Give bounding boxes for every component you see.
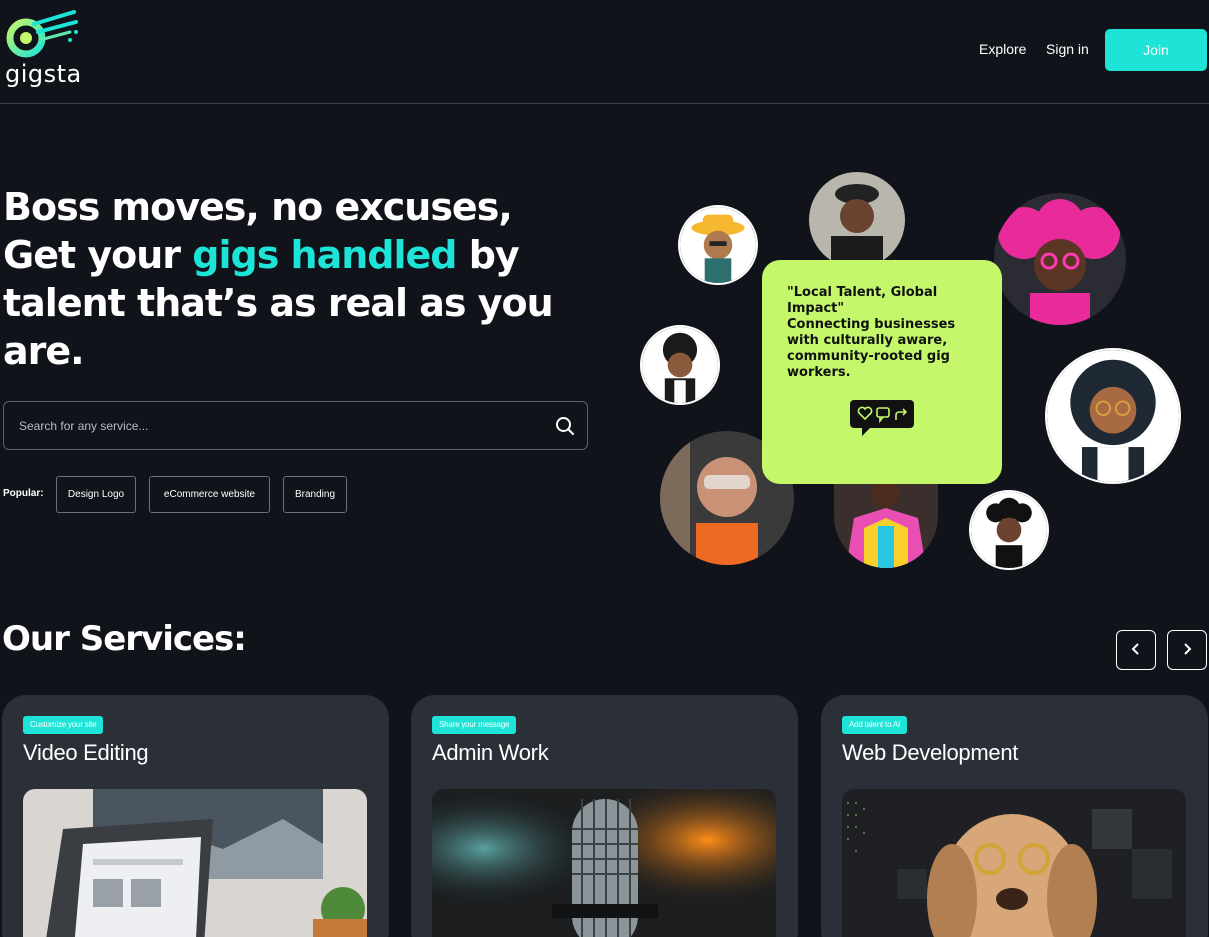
services-title: Our Services:: [2, 619, 247, 659]
nav-sign-in-link[interactable]: Sign in: [1046, 41, 1089, 57]
avatar-dreadlocks-man: [640, 325, 720, 405]
service-tag: Add talent to AI: [842, 716, 908, 734]
services-prev-button[interactable]: [1116, 630, 1156, 670]
avatar-colorful-coat-person: [834, 478, 938, 568]
nav-explore-link[interactable]: Explore: [979, 41, 1026, 57]
hero-line-2-suffix: by: [456, 233, 520, 277]
quote-card: "Local Talent, Global Impact" Connecting…: [762, 260, 1002, 484]
chevron-left-icon: [1129, 642, 1143, 659]
hero-line-2-prefix: Get your: [3, 233, 193, 277]
search-input[interactable]: [19, 402, 539, 449]
laptop-workspace-photo: [23, 789, 367, 937]
join-button[interactable]: Join: [1105, 29, 1207, 71]
service-name: Web Development: [842, 740, 1019, 765]
hero-accent-text: gigs handled: [192, 233, 457, 277]
popular-tag-design-logo[interactable]: Design Logo: [56, 476, 136, 513]
avatar-hat-man: [678, 205, 758, 285]
service-tag: Customize your site: [23, 716, 104, 734]
avatar-curly-hair-woman: [1045, 348, 1181, 484]
popular-tag-branding[interactable]: Branding: [283, 476, 347, 513]
services-next-button[interactable]: [1167, 630, 1207, 670]
avatar-pink-hair-woman: [994, 193, 1126, 325]
service-tag: Share your message: [432, 716, 517, 734]
avatar-puff-hair-woman: [969, 490, 1049, 570]
chevron-right-icon: [1180, 642, 1194, 659]
chat-bubble-icon: [850, 400, 914, 436]
microphone-photo: [432, 789, 776, 937]
popular-tag-ecommerce-website[interactable]: eCommerce website: [149, 476, 270, 513]
service-card-admin-work[interactable]: Share your message Admin Work: [411, 695, 798, 937]
hero-line-4: are.: [3, 329, 85, 373]
service-card-web-development[interactable]: Add talent to AI Web Development: [821, 695, 1208, 937]
hero-headline: Boss moves, no excuses, Get your gigs ha…: [3, 183, 603, 375]
popular-label: Popular:: [3, 488, 44, 499]
service-card-video-editing[interactable]: Customize your site Video Editing: [2, 695, 389, 937]
hero-line-1: Boss moves, no excuses,: [3, 185, 513, 229]
service-name: Video Editing: [23, 740, 149, 765]
quote-text: "Local Talent, Global Impact" Connecting…: [787, 285, 956, 380]
brand-name: gigsta: [5, 60, 82, 88]
site-header: gigsta Explore Sign in Join: [0, 0, 1209, 104]
hero-line-2: Get your gigs handled by: [3, 231, 603, 279]
search-bar: [3, 401, 588, 450]
hero-line-3: talent that’s as real as you: [3, 281, 554, 325]
service-name: Admin Work: [432, 740, 549, 765]
search-icon[interactable]: [554, 415, 576, 437]
avatar-cap-man: [809, 172, 905, 268]
dog-with-glasses-photo: [842, 789, 1186, 937]
